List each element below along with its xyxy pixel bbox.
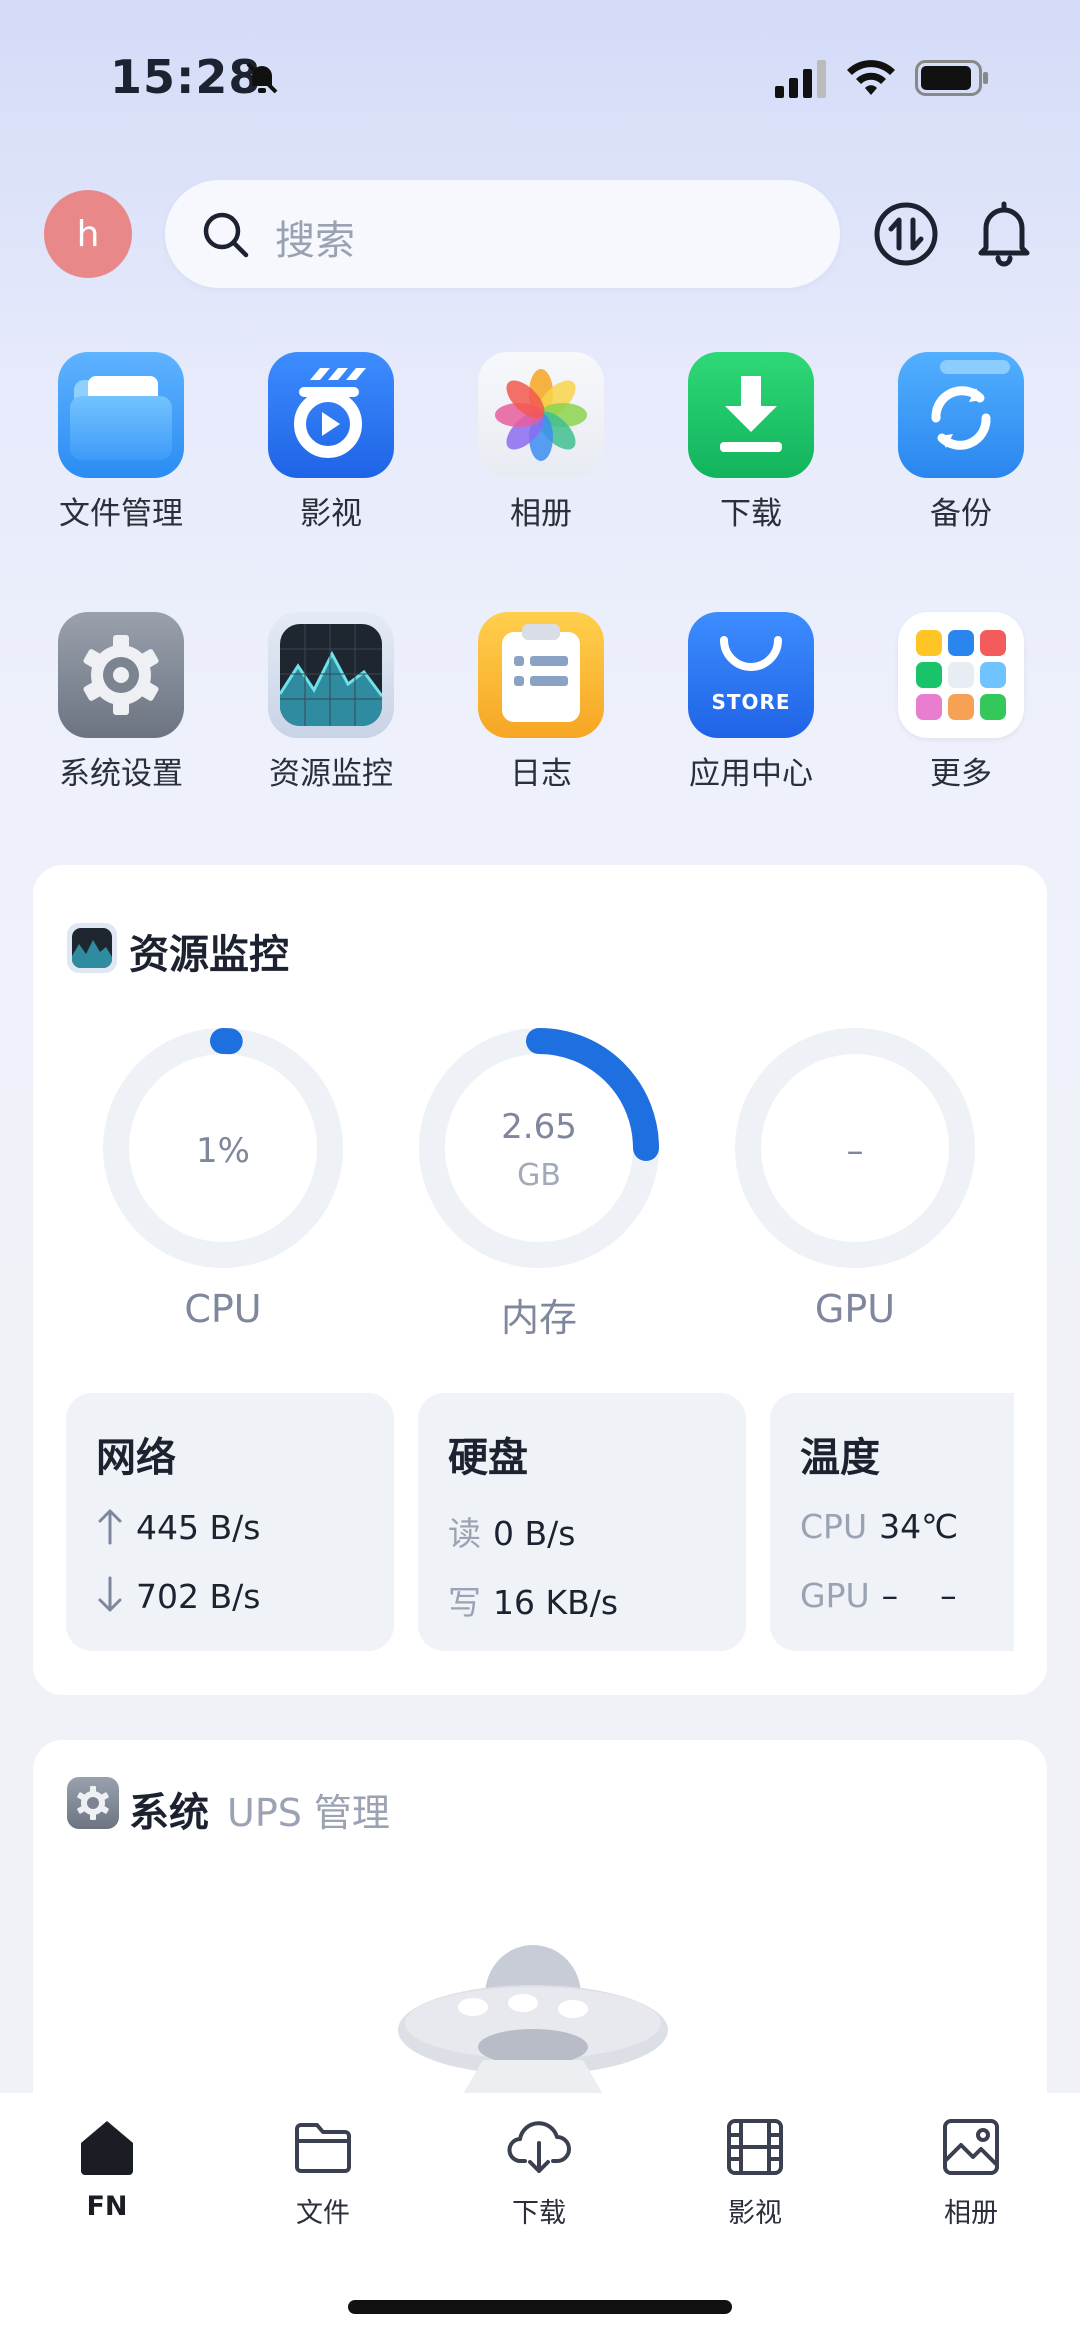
app-more[interactable]: 更多 (881, 612, 1041, 793)
settings-icon (58, 612, 184, 738)
temperature-stat-tile[interactable]: 温度 CPU 34℃ GPU – – (770, 1393, 1014, 1651)
settings-icon (67, 1777, 119, 1829)
status-time: 15:28 (110, 50, 262, 104)
network-upload-value: 445 B/s (136, 1508, 261, 1547)
nav-files[interactable]: 文件 (258, 2115, 388, 2230)
film-icon (727, 2119, 783, 2175)
network-download-value: 702 B/s (136, 1577, 261, 1616)
log-icon (478, 612, 604, 738)
wifi-icon (847, 60, 895, 95)
store-badge-text: STORE (711, 690, 791, 714)
temperature-cpu-value: 34℃ (879, 1507, 959, 1546)
app-photos[interactable]: 相册 (461, 352, 621, 533)
temperature-title: 温度 (800, 1435, 880, 1481)
memory-label: 内存 (500, 1296, 577, 1340)
temperature-cpu-row: CPU 34℃ (800, 1507, 958, 1546)
network-download-row: 702 B/s (96, 1576, 260, 1616)
network-upload-row: 445 B/s (96, 1507, 260, 1547)
search-placeholder: 搜索 (275, 218, 355, 264)
disk-title: 硬盘 (448, 1435, 528, 1481)
system-title: 系统 (129, 1790, 209, 1836)
app-label: 日志 (510, 756, 572, 792)
more-apps-icon (898, 612, 1024, 738)
temperature-gpu-value: – – (881, 1576, 957, 1615)
search-bar[interactable]: 搜索 (165, 180, 840, 288)
battery-icon (915, 60, 988, 96)
user-avatar[interactable]: h (44, 190, 132, 278)
disk-read-row: 读 0 B/s (448, 1507, 575, 1555)
folder-icon (58, 352, 184, 478)
memory-unit: GB (517, 1158, 561, 1193)
folder-icon (295, 2123, 351, 2173)
temperature-cpu-key: CPU (800, 1507, 868, 1546)
mute-bell-icon (246, 62, 278, 94)
disk-write-value: 16 KB/s (493, 1583, 619, 1622)
photos-icon (478, 352, 604, 478)
monitor-icon (268, 612, 394, 738)
app-label: 备份 (930, 496, 992, 532)
disk-read-value: 0 B/s (493, 1514, 576, 1553)
app-label: 文件管理 (59, 496, 183, 532)
app-label: 下载 (720, 496, 782, 532)
app-file-manager[interactable]: 文件管理 (41, 352, 201, 533)
arrow-down-icon (98, 1576, 122, 1612)
app-label: 系统设置 (59, 756, 183, 792)
card-title: 系统 UPS 管理 (129, 1780, 390, 1838)
app-video[interactable]: 影视 (251, 352, 411, 533)
temperature-gpu-key: GPU (800, 1576, 870, 1615)
card-title: 资源监控 (129, 932, 289, 978)
system-subtitle: UPS 管理 (227, 1791, 390, 1835)
video-icon (268, 352, 394, 478)
home-indicator[interactable] (348, 2300, 732, 2314)
search-icon (203, 212, 249, 258)
disk-write-row: 写 16 KB/s (448, 1576, 618, 1624)
app-label: 相册 (510, 496, 572, 532)
memory-gauge (419, 1028, 659, 1268)
temperature-gpu-row: GPU – – (800, 1576, 957, 1615)
nav-fn[interactable]: FN (42, 2115, 172, 2222)
notification-bell-icon[interactable] (972, 198, 1036, 268)
download-icon (507, 2121, 571, 2173)
gpu-value: – (846, 1131, 864, 1171)
app-label: 资源监控 (269, 756, 393, 792)
photo-icon (943, 2119, 999, 2175)
nav-album[interactable]: 相册 (906, 2115, 1036, 2230)
app-log[interactable]: 日志 (461, 612, 621, 793)
store-icon: STORE (688, 612, 814, 738)
nav-label: 文件 (296, 2198, 350, 2229)
app-label: 应用中心 (689, 756, 813, 792)
app-store[interactable]: STORE 应用中心 (671, 612, 831, 793)
disk-stat-tile[interactable]: 硬盘 读 0 B/s 写 16 KB/s (418, 1393, 746, 1651)
home-icon (81, 2121, 133, 2175)
nav-label: FN (86, 2191, 128, 2222)
system-card[interactable]: 系统 UPS 管理 (33, 1740, 1047, 2145)
nav-label: 下载 (512, 2198, 566, 2229)
arrow-up-icon (98, 1509, 122, 1545)
nav-label: 相册 (944, 2198, 998, 2229)
nav-label: 影视 (728, 2198, 782, 2229)
cpu-label: CPU (184, 1287, 262, 1331)
disk-write-key: 写 (448, 1583, 481, 1622)
app-label: 更多 (930, 756, 992, 792)
app-system-settings[interactable]: 系统设置 (41, 612, 201, 793)
download-icon (688, 352, 814, 478)
transfer-icon[interactable] (872, 200, 940, 268)
app-resource-monitor[interactable]: 资源监控 (251, 612, 411, 793)
network-stat-tile[interactable]: 网络 445 B/s 702 B/s (66, 1393, 394, 1651)
app-backup[interactable]: 备份 (881, 352, 1041, 533)
cpu-value: 1% (196, 1131, 250, 1171)
app-label: 影视 (300, 496, 362, 532)
disk-read-key: 读 (448, 1514, 481, 1553)
monitor-icon (67, 923, 117, 973)
gpu-label: GPU (814, 1287, 896, 1331)
nav-download[interactable]: 下载 (474, 2115, 604, 2230)
backup-icon (898, 352, 1024, 478)
memory-value: 2.65 (501, 1107, 577, 1147)
app-download[interactable]: 下载 (671, 352, 831, 533)
nav-video[interactable]: 影视 (690, 2115, 820, 2230)
status-bar: 15:28 (0, 0, 1080, 150)
network-title: 网络 (96, 1435, 176, 1481)
cellular-signal-icon (775, 60, 826, 98)
